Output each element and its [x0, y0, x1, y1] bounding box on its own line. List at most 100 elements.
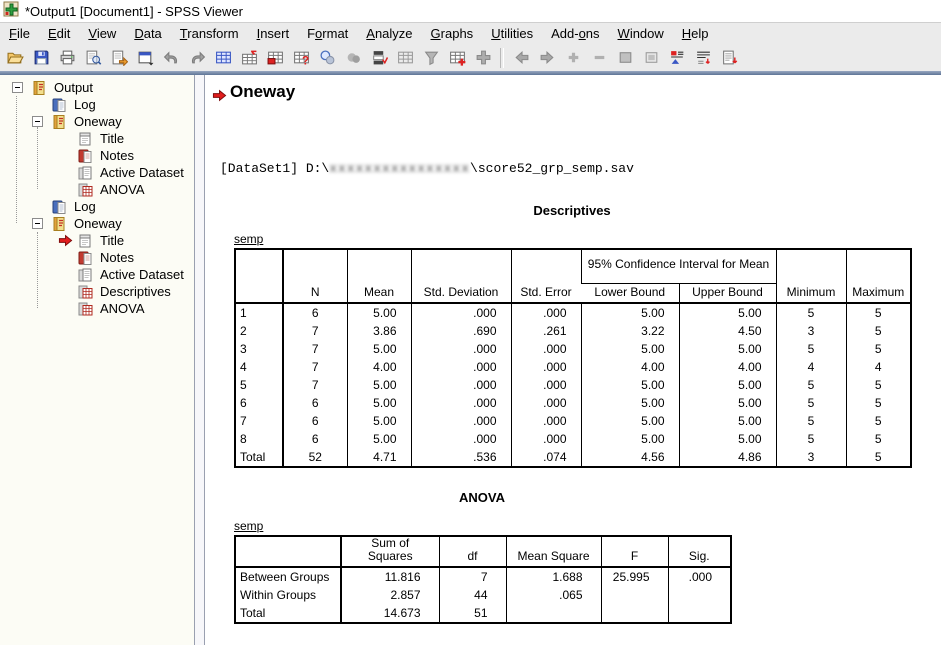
insert-cases-button[interactable]	[445, 46, 469, 70]
table-row: Total524.71.536.0744.564.8635	[235, 448, 911, 467]
cell: 5	[846, 430, 911, 448]
cell: .074	[511, 448, 581, 467]
cell: 5	[846, 448, 911, 467]
insert-title-button[interactable]	[691, 46, 715, 70]
dataset-page-icon	[77, 165, 93, 181]
log-prefix: [DataSet1] D:\	[220, 161, 329, 176]
cell: 5	[776, 412, 846, 430]
menu-file[interactable]: File	[0, 23, 39, 44]
tree-item-oneway[interactable]: Oneway	[0, 215, 194, 232]
print-button[interactable]	[55, 46, 79, 70]
pane-splitter[interactable]	[195, 75, 205, 645]
use-sets-button	[393, 46, 417, 70]
current-item-arrow-icon	[212, 88, 227, 108]
dialog-recall-button[interactable]	[133, 46, 157, 70]
descriptives-block: Descriptives semp NMeanStd. DeviationStd…	[234, 203, 910, 468]
variable-info-button[interactable]: ?	[289, 46, 313, 70]
cell: 4.00	[347, 358, 411, 376]
menu-transform[interactable]: Transform	[171, 23, 248, 44]
menu-window[interactable]: Window	[609, 23, 673, 44]
current-item-arrow-icon	[58, 233, 77, 248]
tree-item-label: Title	[98, 233, 126, 248]
anova-table[interactable]: Sum of SquaresdfMean SquareFSig.Between …	[234, 535, 732, 624]
menu-edit[interactable]: Edit	[39, 23, 79, 44]
column-header: Maximum	[846, 249, 911, 303]
descriptives-table[interactable]: NMeanStd. DeviationStd. Error95% Confide…	[234, 248, 912, 468]
cell: 5	[776, 376, 846, 394]
stub-header	[235, 249, 283, 303]
cell: 5	[846, 412, 911, 430]
tree-item-anova[interactable]: ANOVA	[0, 300, 194, 317]
tree-item-notes[interactable]: Notes	[0, 249, 194, 266]
tree-item-active-dataset[interactable]: Active Dataset	[0, 164, 194, 181]
cell: 5	[846, 303, 911, 322]
variables-button[interactable]	[263, 46, 287, 70]
cell: 7	[283, 322, 347, 340]
tree-expander-minus[interactable]	[12, 82, 23, 93]
cell	[668, 604, 731, 623]
promote-button	[561, 46, 585, 70]
cell: 5	[846, 322, 911, 340]
table-row: Within Groups2.85744.065	[235, 586, 731, 604]
cell: 11.816	[341, 567, 439, 586]
menu-analyze[interactable]: Analyze	[357, 23, 421, 44]
tree-expander-minus[interactable]	[32, 116, 43, 127]
cell: .000	[511, 394, 581, 412]
tree-expander-minus[interactable]	[32, 218, 43, 229]
menu-add-ons[interactable]: Add-ons	[542, 23, 608, 44]
output-heading: Oneway	[230, 82, 295, 102]
table-row: 765.00.000.0005.005.0055	[235, 412, 911, 430]
tree-item-anova[interactable]: ANOVA	[0, 181, 194, 198]
insert-text-button[interactable]	[717, 46, 741, 70]
cell: .000	[411, 376, 511, 394]
cell: 25.995	[601, 567, 668, 586]
goto-case-button[interactable]	[237, 46, 261, 70]
menu-view[interactable]: View	[79, 23, 125, 44]
save-button[interactable]	[29, 46, 53, 70]
column-header: df	[439, 536, 506, 567]
tree-item-title[interactable]: Title	[0, 130, 194, 147]
nav-back-button	[509, 46, 533, 70]
toolbar-separator	[500, 48, 504, 68]
row-label: 4	[235, 358, 283, 376]
tree-item-notes[interactable]: Notes	[0, 147, 194, 164]
table-row: 865.00.000.0005.005.0055	[235, 430, 911, 448]
cell: 4.00	[581, 358, 679, 376]
find-button[interactable]	[315, 46, 339, 70]
hide-button	[639, 46, 663, 70]
insert-heading-button[interactable]	[665, 46, 689, 70]
menu-format[interactable]: Format	[298, 23, 357, 44]
value-labels-button[interactable]	[367, 46, 391, 70]
main-area: OutputLogOnewayTitleNotesActive DatasetA…	[0, 75, 941, 645]
column-header: Std. Error	[511, 249, 581, 303]
cell: 6	[283, 412, 347, 430]
redo-button	[185, 46, 209, 70]
cell: 7	[283, 340, 347, 358]
cell: .000	[668, 567, 731, 586]
export-button[interactable]	[107, 46, 131, 70]
cell: .000	[511, 430, 581, 448]
log-text: [DataSet1] D:\xxxxxxxxxxxxxxxx\score52_g…	[220, 161, 634, 176]
menu-help[interactable]: Help	[673, 23, 718, 44]
cell: 14.673	[341, 604, 439, 623]
menu-graphs[interactable]: Graphs	[422, 23, 483, 44]
cell: 5	[846, 394, 911, 412]
tree-item-label: Title	[98, 131, 126, 146]
tree-item-oneway[interactable]: Oneway	[0, 113, 194, 130]
menu-bar: FileEditViewDataTransformInsertFormatAna…	[0, 22, 941, 44]
tree-item-descriptives[interactable]: Descriptives	[0, 283, 194, 300]
menu-data[interactable]: Data	[125, 23, 170, 44]
spss-viewer-window: *Output1 [Document1] - SPSS Viewer FileE…	[0, 0, 941, 645]
print-preview-button[interactable]	[81, 46, 105, 70]
tree-item-label: ANOVA	[98, 301, 147, 316]
tree-item-active-dataset[interactable]: Active Dataset	[0, 266, 194, 283]
menu-utilities[interactable]: Utilities	[482, 23, 542, 44]
app-icon[interactable]	[3, 1, 19, 22]
tree-item-log[interactable]: Log	[0, 198, 194, 215]
tree-item-title[interactable]: Title	[0, 232, 194, 249]
tree-item-log[interactable]: Log	[0, 96, 194, 113]
open-button[interactable]	[3, 46, 27, 70]
goto-data-button[interactable]	[211, 46, 235, 70]
menu-insert[interactable]: Insert	[248, 23, 299, 44]
tree-item-output[interactable]: Output	[0, 79, 194, 96]
